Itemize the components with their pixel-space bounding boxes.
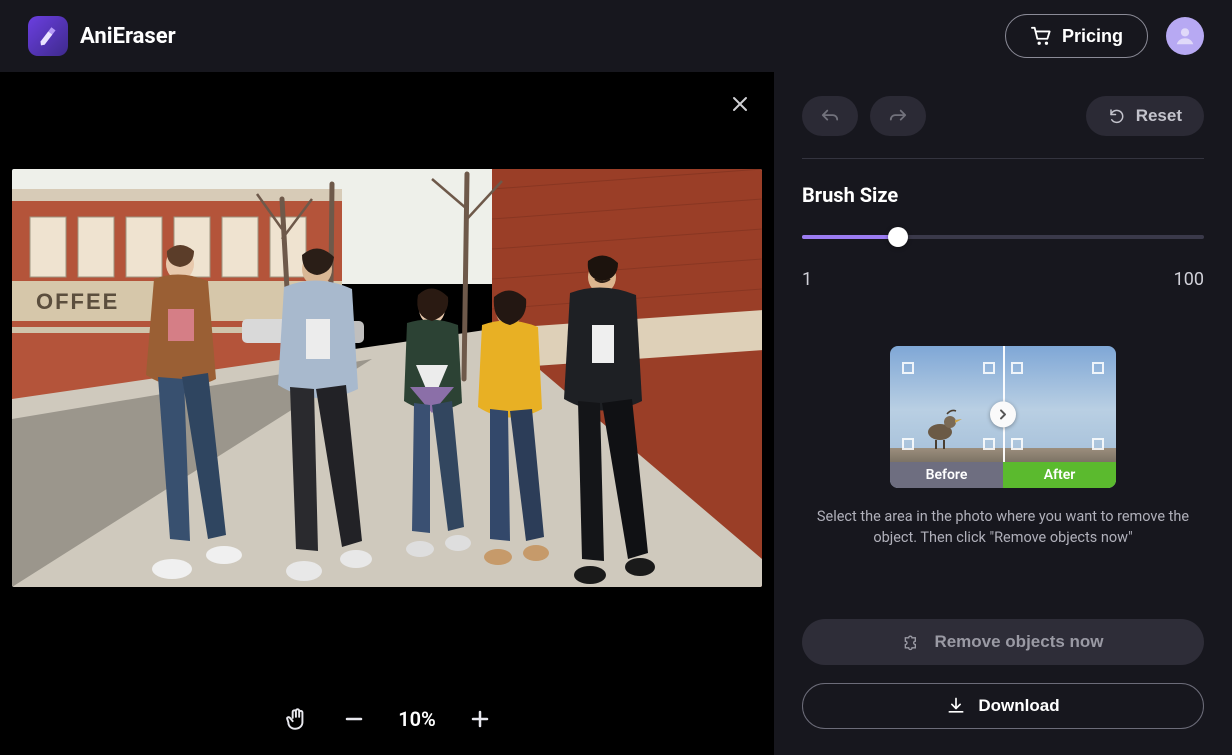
canvas-holder: OFFEE xyxy=(0,72,774,683)
side-top-actions: Reset xyxy=(802,96,1204,136)
divider xyxy=(802,158,1204,159)
brush-max: 100 xyxy=(1174,269,1204,290)
cart-icon xyxy=(1030,26,1052,46)
zoom-out-button[interactable] xyxy=(344,709,364,729)
zoom-level: 10% xyxy=(398,707,436,731)
hint-text: Select the area in the photo where you w… xyxy=(813,506,1193,548)
pricing-button[interactable]: Pricing xyxy=(1005,14,1148,58)
redo-button[interactable] xyxy=(870,96,926,136)
redo-icon xyxy=(887,107,909,125)
brand-name: AniEraser xyxy=(80,24,176,49)
undo-icon xyxy=(819,107,841,125)
pricing-label: Pricing xyxy=(1062,26,1123,47)
edited-photo[interactable]: OFFEE xyxy=(12,169,762,587)
side-panel: Reset Brush Size 1 100 xyxy=(774,72,1232,755)
download-button[interactable]: Download xyxy=(802,683,1204,729)
brush-range-labels: 1 100 xyxy=(802,269,1204,290)
reset-button[interactable]: Reset xyxy=(1086,96,1204,136)
svg-text:OFFEE: OFFEE xyxy=(36,289,119,314)
slider-fill xyxy=(802,235,898,239)
user-avatar[interactable] xyxy=(1166,17,1204,55)
zoom-in-button[interactable] xyxy=(470,709,490,729)
puzzle-icon xyxy=(902,632,922,652)
brand: AniEraser xyxy=(28,16,176,56)
bird-icon xyxy=(918,402,966,450)
reset-icon xyxy=(1108,107,1126,125)
app-header: AniEraser Pricing xyxy=(0,0,1232,72)
app-logo-icon xyxy=(28,16,68,56)
demo-arrow-icon xyxy=(990,401,1016,427)
reset-label: Reset xyxy=(1136,106,1182,126)
download-icon xyxy=(946,696,966,716)
download-label: Download xyxy=(978,696,1059,716)
header-right: Pricing xyxy=(1005,14,1204,58)
app-body: OFFEE xyxy=(0,72,1232,755)
brush-size-title: Brush Size xyxy=(802,183,1204,207)
demo-after-label: After xyxy=(1003,462,1116,488)
pan-tool-button[interactable] xyxy=(284,706,310,732)
zoom-bar: 10% xyxy=(0,683,774,755)
brush-size-slider[interactable] xyxy=(802,227,1204,247)
remove-label: Remove objects now xyxy=(934,632,1103,652)
brush-min: 1 xyxy=(802,269,812,290)
minus-icon xyxy=(344,709,364,729)
undo-button[interactable] xyxy=(802,96,858,136)
slider-thumb[interactable] xyxy=(888,227,908,247)
close-button[interactable] xyxy=(726,90,754,118)
hand-icon xyxy=(284,706,310,732)
remove-objects-button[interactable]: Remove objects now xyxy=(802,619,1204,665)
user-icon xyxy=(1174,25,1196,47)
canvas-pane: OFFEE xyxy=(0,72,774,755)
demo-before-label: Before xyxy=(890,462,1003,488)
plus-icon xyxy=(470,709,490,729)
demo-section: Before After Select the area in the phot… xyxy=(802,346,1204,599)
demo-before-after: Before After xyxy=(890,346,1116,488)
close-icon xyxy=(731,95,749,113)
